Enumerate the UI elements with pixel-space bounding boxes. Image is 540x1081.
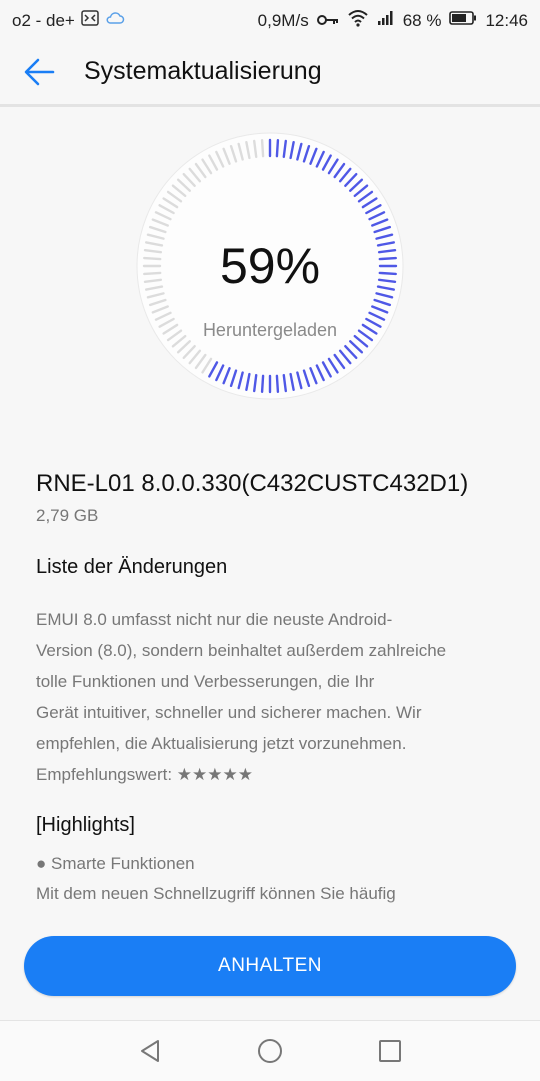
status-bar: o2 - de+ 0,9M/s 68 % 12:46 xyxy=(0,0,540,38)
net-speed-label: 0,9M/s xyxy=(257,10,309,30)
download-progress: 59% Heruntergeladen xyxy=(136,132,404,400)
key-icon xyxy=(316,11,339,31)
carrier-label: o2 - de+ xyxy=(12,10,75,30)
arrow-left-icon xyxy=(22,58,58,94)
changelog-body: EMUI 8.0 umfasst nicht nur die neuste An… xyxy=(36,604,510,790)
pause-download-button[interactable]: ANHALTEN xyxy=(24,936,516,996)
progress-tick-filled xyxy=(275,374,280,393)
firmware-version: RNE-L01 8.0.0.330(C432CUSTC432D1) xyxy=(36,470,469,497)
changelog-line: EMUI 8.0 umfasst nicht nur die neuste An… xyxy=(36,610,393,629)
app-bar: Systemaktualisierung xyxy=(0,38,540,106)
page-title: Systemaktualisierung xyxy=(84,57,322,85)
firmware-size: 2,79 GB xyxy=(36,506,99,525)
changelog-line: tolle Funktionen und Verbesserungen, die… xyxy=(36,672,375,691)
signal-icon xyxy=(377,10,395,31)
progress-percent: 59% xyxy=(219,238,321,294)
recommendation-rating: Empfehlungswert: ★★★★★ xyxy=(36,765,253,784)
changelog-title: Liste der Änderungen xyxy=(36,556,228,578)
wifi-icon xyxy=(347,9,369,32)
battery-percent: 68 % xyxy=(402,10,442,30)
back-button[interactable] xyxy=(22,54,62,90)
changelog-line: empfehlen, die Aktualisierung jetzt vorz… xyxy=(36,734,407,753)
changelog-line: Version (8.0), sondern beinhaltet außerd… xyxy=(36,641,447,660)
nav-home-button[interactable] xyxy=(256,1037,284,1065)
highlight-item: ● Smarte Funktionen xyxy=(36,854,195,873)
back-triangle-icon xyxy=(136,1040,164,1069)
navigation-bar xyxy=(0,1020,540,1081)
home-circle-icon xyxy=(256,1039,284,1069)
header-divider xyxy=(0,104,540,107)
progress-tick-filled xyxy=(260,374,265,393)
nav-recents-button[interactable] xyxy=(376,1037,404,1065)
scroll-fade xyxy=(0,898,540,928)
clock: 12:46 xyxy=(485,10,528,30)
cat-notification-icon xyxy=(81,9,99,32)
recents-square-icon xyxy=(376,1040,404,1069)
cloud-icon xyxy=(105,10,125,31)
nav-back-button[interactable] xyxy=(136,1037,164,1065)
battery-icon xyxy=(449,10,477,31)
progress-tick-empty xyxy=(260,139,265,158)
progress-tick-filled xyxy=(275,139,280,158)
progress-status: Heruntergeladen xyxy=(202,320,338,340)
changelog-line: Gerät intuitiver, schneller und sicherer… xyxy=(36,703,422,722)
highlights-heading: [Highlights] xyxy=(36,814,135,836)
